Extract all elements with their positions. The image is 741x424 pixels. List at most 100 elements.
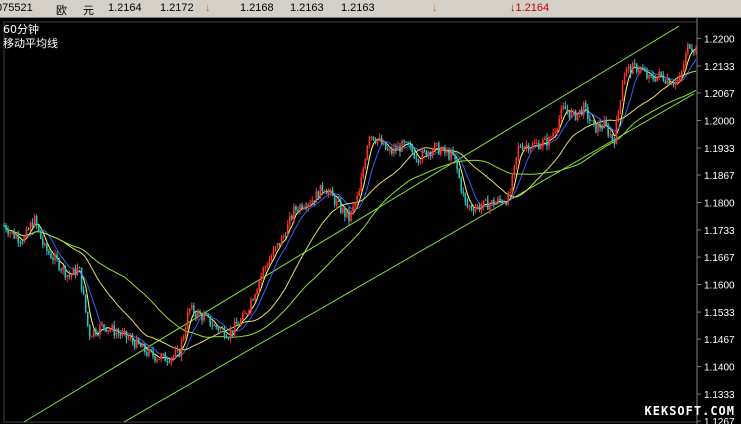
- candle-body: [435, 143, 438, 145]
- candle-body: [99, 325, 101, 335]
- candle-body: [11, 231, 13, 233]
- candle-body: [533, 143, 536, 145]
- candle-body: [127, 338, 130, 340]
- candle-body: [389, 149, 391, 151]
- y-tick-label: 1.1333: [704, 390, 735, 401]
- candle-body: [340, 200, 342, 213]
- candle-body: [452, 150, 454, 155]
- y-tick-label: 1.1467: [704, 335, 735, 346]
- candle-body: [480, 206, 483, 211]
- candle-body: [258, 281, 260, 290]
- candle-body: [58, 259, 60, 270]
- candle-body: [582, 102, 585, 116]
- candle-body: [31, 222, 34, 227]
- candle-body: [256, 289, 258, 295]
- candle-body: [507, 193, 510, 205]
- candle-body: [419, 160, 422, 163]
- candle-body: [664, 80, 667, 84]
- candle-body: [482, 200, 485, 207]
- candle-body: [293, 206, 295, 220]
- candle-body: [472, 209, 475, 212]
- candle-body: [223, 328, 226, 338]
- quote-header-bar: 075521 欧 元 1.2164 1.2172 ↓ 1.2168 1.2163…: [0, 0, 741, 18]
- candle-body: [674, 81, 677, 85]
- candle-body: [374, 140, 377, 143]
- candle-body: [627, 66, 630, 69]
- candle-body: [566, 109, 569, 112]
- candle-body: [291, 215, 293, 220]
- candle-body: [307, 203, 309, 208]
- candle-body: [576, 113, 579, 121]
- candle-body: [74, 268, 77, 276]
- candle-body: [174, 350, 177, 356]
- candle-body: [666, 78, 669, 84]
- candle-body: [35, 216, 38, 226]
- candle-body: [17, 235, 20, 243]
- candle-body: [646, 71, 648, 79]
- candle-body: [207, 314, 209, 317]
- candle-body: [631, 63, 634, 74]
- candle-body: [244, 313, 246, 315]
- candle-body: [360, 177, 363, 192]
- candle-body: [270, 256, 273, 260]
- y-tick-label: 1.1867: [704, 171, 735, 182]
- candle-body: [550, 136, 552, 138]
- candle-body: [401, 140, 403, 152]
- y-tick-label: 1.2133: [704, 62, 735, 73]
- candle-body: [139, 343, 142, 348]
- price-value-1: 1.2164: [108, 2, 142, 14]
- candle-body: [384, 142, 387, 150]
- candle-body: [650, 74, 652, 76]
- candle-body: [495, 202, 497, 205]
- candle-body: [103, 324, 105, 328]
- candle-body: [521, 146, 524, 150]
- candle-body: [82, 289, 85, 295]
- candle-body: [415, 158, 418, 160]
- candle-body: [148, 349, 150, 356]
- candle-body: [297, 210, 299, 212]
- candle-body: [105, 327, 107, 332]
- candle-body: [25, 228, 28, 237]
- moving-average-line: [3, 48, 697, 361]
- candle-body: [440, 149, 442, 155]
- candle-body: [252, 299, 254, 301]
- candle-body: [511, 175, 514, 193]
- candle-body: [262, 268, 265, 276]
- candle-body: [41, 238, 44, 246]
- candle-body: [286, 223, 289, 237]
- candle-body: [268, 259, 271, 266]
- candle-body: [362, 168, 365, 178]
- candle-body: [160, 354, 162, 360]
- candle-body: [358, 191, 360, 197]
- candle-body: [405, 141, 407, 143]
- candle-body: [382, 142, 385, 145]
- candle-body: [493, 200, 495, 205]
- candle-body: [142, 343, 144, 348]
- candle-body: [544, 137, 546, 140]
- price-chart[interactable]: 1.2200 1.2133 1.2067 1.2000 1.1933 1.1867 1.18…: [0, 18, 741, 424]
- candle-body: [597, 123, 599, 133]
- candle-body: [5, 225, 7, 231]
- candle-body: [72, 268, 75, 275]
- candle-body: [68, 274, 71, 277]
- candle-body: [303, 207, 305, 209]
- candle-body: [195, 313, 197, 318]
- candle-body: [203, 314, 205, 321]
- candle-body: [589, 118, 591, 121]
- y-tick-label: 1.2000: [704, 116, 735, 127]
- candle-body: [591, 120, 593, 122]
- down-arrow-icon: ↓: [205, 2, 211, 14]
- candle-body: [693, 50, 695, 53]
- candle-body: [386, 149, 389, 151]
- candle-body: [190, 305, 193, 309]
- candle-body: [680, 70, 683, 78]
- candle-body: [478, 205, 481, 211]
- candle-body: [468, 205, 471, 207]
- indicator-label: 移动平均线: [3, 37, 58, 50]
- candle-body: [407, 142, 409, 146]
- candle-body: [427, 151, 430, 157]
- candle-body: [62, 266, 64, 270]
- candle-body: [205, 314, 207, 316]
- candle-body: [193, 305, 195, 314]
- candle-body: [593, 120, 595, 124]
